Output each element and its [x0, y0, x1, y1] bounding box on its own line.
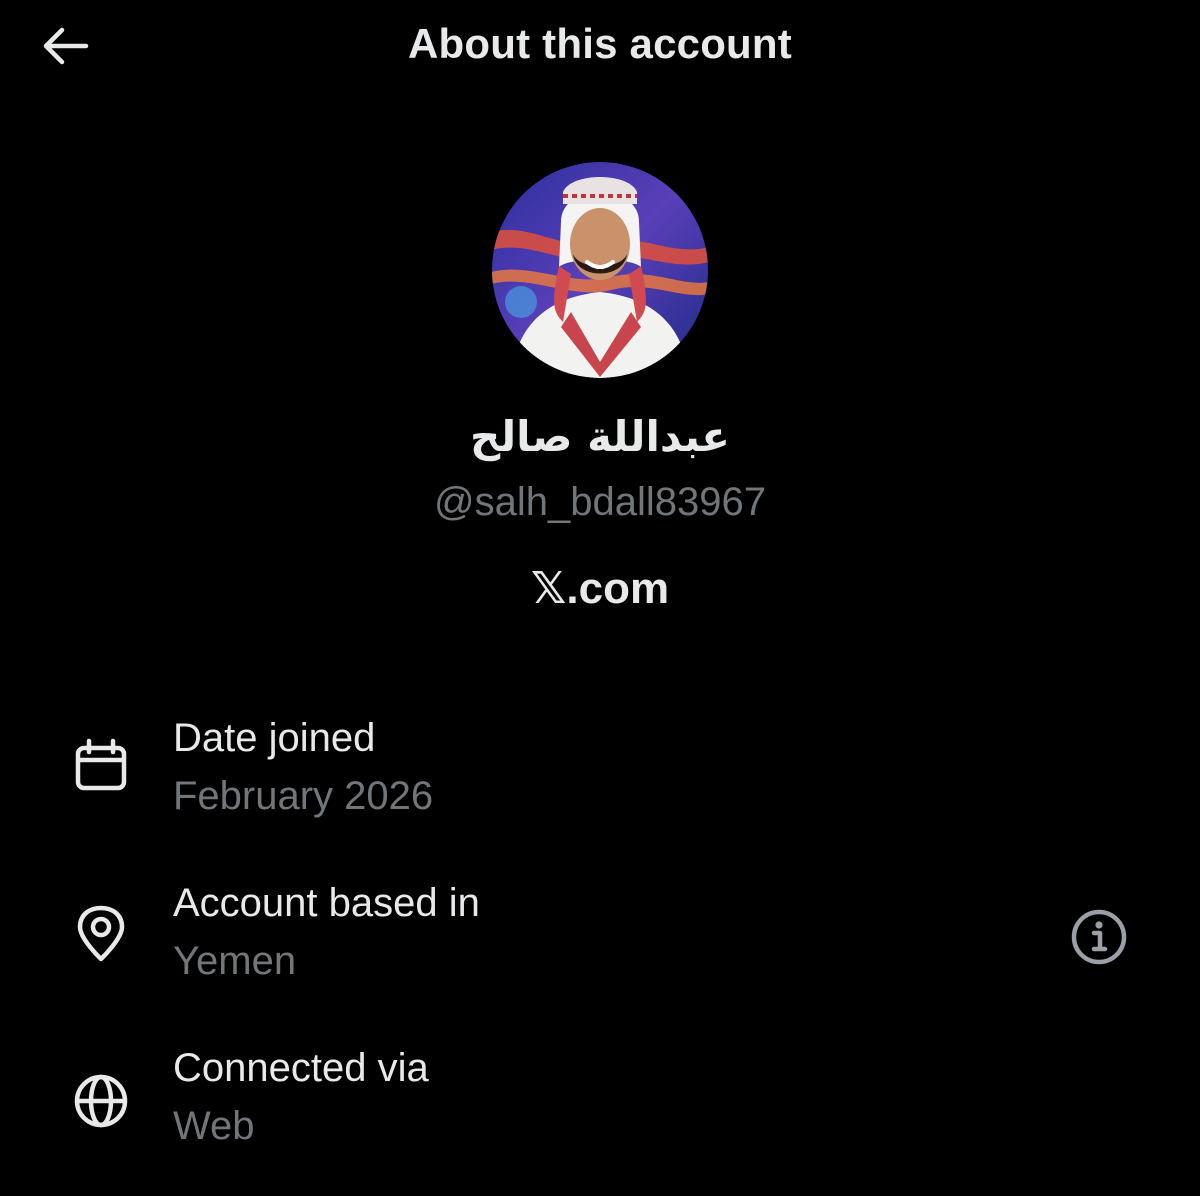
date-joined-value: February 2026: [173, 774, 434, 818]
connected-via-row: Connected via Web: [0, 1046, 1200, 1166]
avatar[interactable]: [491, 162, 709, 378]
profile-photo: [492, 162, 708, 378]
calendar-icon: [75, 738, 127, 791]
location-pin-icon: [77, 905, 125, 962]
account-based-in-label: Account based in: [173, 881, 480, 925]
page-title: About this account: [408, 20, 792, 67]
top-bar: About this account: [0, 0, 1200, 92]
display-name: عبداللة صالح: [470, 412, 730, 461]
connected-via-value: Web: [173, 1104, 255, 1148]
account-based-in-value: Yemen: [173, 939, 297, 983]
username-handle: @salh_bdall83967: [434, 480, 766, 524]
info-icon: [1071, 909, 1127, 965]
connected-via-label: Connected via: [173, 1046, 429, 1090]
account-source: 𝕏.com: [530, 564, 670, 613]
date-joined-row: Date joined February 2026: [0, 716, 1200, 836]
info-button[interactable]: [1068, 906, 1130, 968]
globe-icon: [74, 1074, 128, 1128]
account-based-in-row: Account based in Yemen: [0, 881, 1200, 1001]
date-joined-label: Date joined: [173, 716, 376, 760]
